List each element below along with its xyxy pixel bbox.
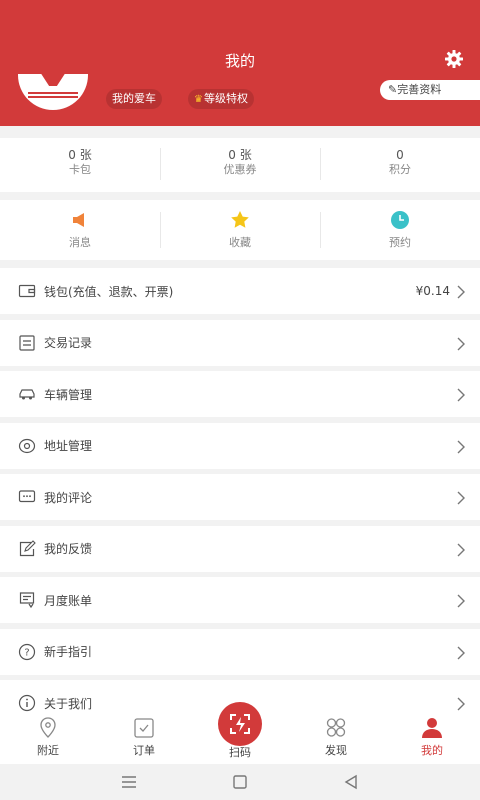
menu-item-addresses[interactable]: 地址管理 — [0, 422, 480, 469]
chevron-right-icon — [456, 336, 466, 350]
quick-appointment[interactable]: 预约 — [320, 200, 480, 260]
megaphone-icon — [70, 210, 90, 230]
car-icon — [18, 385, 36, 403]
menu-item-feedback[interactable]: 我的反馈 — [0, 525, 480, 572]
home-icon[interactable] — [231, 773, 249, 791]
level-privilege-label: 等级特权 — [203, 92, 248, 105]
profile-header: 我的 我的爱车 ♛等级特权 ✎完善资料 — [0, 0, 480, 126]
user-icon — [419, 716, 445, 740]
quick-label: 预约 — [389, 236, 411, 249]
question-icon: ? — [18, 643, 36, 661]
chevron-right-icon — [456, 593, 466, 608]
wallet-icon — [18, 282, 36, 300]
bottom-tab-bar: 附近 订单 扫码 发现 我的 — [0, 702, 480, 764]
menu-item-beginner-guide[interactable]: ? 新手指引 — [0, 628, 480, 675]
avatar-logo-mark — [40, 74, 66, 86]
clock-icon — [390, 210, 410, 230]
location-pin-icon — [35, 716, 61, 740]
menu-label: 月度账单 — [44, 593, 93, 608]
chevron-right-icon — [456, 439, 466, 453]
quick-label: 消息 — [69, 236, 91, 249]
stat-coupons[interactable]: 0 张 优惠券 — [160, 138, 320, 192]
chevron-right-icon — [456, 696, 466, 711]
tab-label: 附近 — [37, 744, 59, 757]
tab-discover[interactable]: 发现 — [288, 712, 384, 764]
chevron-right-icon — [456, 645, 466, 659]
stat-label: 卡包 — [69, 163, 91, 176]
feedback-icon — [18, 539, 36, 558]
page-title: 我的 — [224, 52, 255, 70]
gear-icon[interactable] — [444, 49, 464, 69]
tab-label: 我的 — [421, 744, 443, 757]
location-icon — [18, 437, 36, 455]
comment-icon — [18, 488, 36, 506]
menu-item-monthly-bill[interactable]: 月度账单 — [0, 577, 480, 623]
level-privilege-tag[interactable]: ♛等级特权 — [188, 89, 254, 109]
tab-label: 扫码 — [229, 746, 251, 759]
menu-item-vehicles[interactable]: 车辆管理 — [0, 371, 480, 417]
stat-card-pack[interactable]: 0 张 卡包 — [0, 138, 160, 192]
quick-actions: 消息 收藏 预约 — [0, 200, 480, 260]
tab-scan[interactable]: 扫码 — [192, 702, 288, 764]
stat-label: 积分 — [389, 163, 411, 176]
discover-icon — [323, 716, 349, 740]
stat-points[interactable]: 0 积分 — [320, 138, 480, 192]
wallet-balance: ¥0.14 — [415, 284, 450, 298]
info-icon — [18, 694, 36, 712]
stats-bar: 0 张 卡包 0 张 优惠券 0 积分 — [0, 138, 480, 192]
stat-value: 0 张 — [68, 148, 92, 162]
menu-label: 钱包(充值、退款、开票) — [44, 284, 174, 299]
tab-nearby[interactable]: 附近 — [0, 712, 96, 764]
back-icon[interactable] — [342, 773, 360, 791]
menu-label: 我的评论 — [44, 490, 93, 505]
menu-label: 新手指引 — [44, 645, 93, 659]
scan-icon — [218, 702, 262, 746]
system-nav-bar — [0, 764, 480, 800]
my-car-tag[interactable]: 我的爱车 — [106, 89, 162, 109]
menu-item-transactions[interactable]: 交易记录 — [0, 319, 480, 366]
quick-favorites[interactable]: 收藏 — [160, 200, 320, 260]
stat-label: 优惠券 — [223, 163, 257, 176]
quick-messages[interactable]: 消息 — [0, 200, 160, 260]
avatar-logo-band — [28, 92, 78, 98]
menu-label: 车辆管理 — [44, 387, 93, 402]
stat-value: 0 张 — [228, 148, 252, 162]
bill-icon — [18, 591, 36, 609]
quick-label: 收藏 — [229, 236, 251, 249]
stat-value: 0 — [396, 148, 404, 162]
menu-list: 钱包(充值、退款、开票) ¥0.14 交易记录 车辆管理 地址管理 我的评论 我… — [0, 268, 480, 732]
menu-label: 我的反馈 — [44, 542, 93, 556]
chevron-right-icon — [456, 542, 466, 556]
chevron-right-icon — [456, 490, 466, 505]
tab-orders[interactable]: 订单 — [96, 712, 192, 764]
order-icon — [131, 716, 157, 740]
edit-icon: ✎ — [388, 83, 398, 96]
transaction-record-icon — [18, 334, 36, 352]
edit-profile-label: 完善资料 — [397, 83, 442, 96]
edit-profile-button[interactable]: ✎完善资料 — [380, 80, 480, 100]
tab-label: 发现 — [325, 744, 347, 757]
crown-icon: ♛ — [194, 94, 203, 105]
chevron-right-icon — [456, 387, 466, 402]
chevron-right-icon — [456, 284, 466, 299]
star-icon — [230, 210, 250, 230]
menu-icon[interactable] — [120, 773, 138, 791]
menu-item-wallet[interactable]: 钱包(充值、退款、开票) ¥0.14 — [0, 268, 480, 314]
tab-mine[interactable]: 我的 — [384, 712, 480, 764]
menu-label: 交易记录 — [44, 336, 93, 350]
avatar[interactable] — [18, 74, 88, 110]
tab-label: 订单 — [133, 744, 155, 757]
svg-text:?: ? — [24, 647, 29, 658]
menu-label: 地址管理 — [44, 439, 93, 453]
menu-item-comments[interactable]: 我的评论 — [0, 474, 480, 520]
